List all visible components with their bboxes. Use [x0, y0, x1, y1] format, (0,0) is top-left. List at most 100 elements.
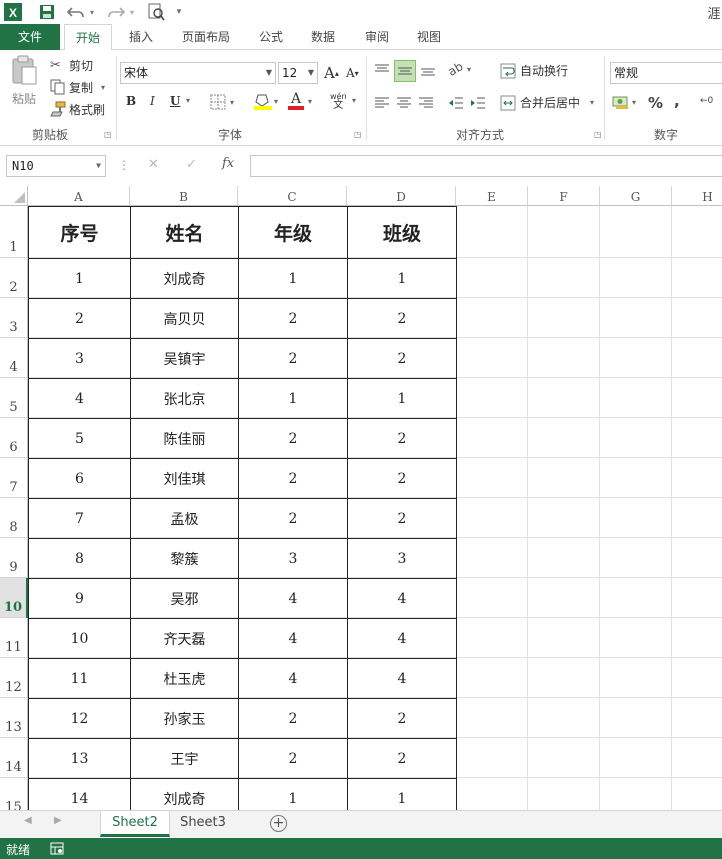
table-cell[interactable]: 7 [28, 498, 131, 539]
fill-color-button[interactable]: ▾ [254, 92, 278, 110]
table-header-cell[interactable]: 序号 [28, 206, 131, 259]
table-header-cell[interactable]: 班级 [347, 206, 457, 259]
column-header-a[interactable]: A [28, 186, 130, 206]
align-bottom-button[interactable] [418, 60, 438, 80]
tab-review[interactable]: 审阅 [354, 24, 400, 50]
table-cell[interactable]: 刘佳琪 [130, 458, 239, 499]
bold-button[interactable]: B [126, 94, 136, 108]
sheet-tab-sheet3[interactable]: Sheet3 [170, 811, 236, 837]
undo-dropdown-icon[interactable]: ▾ [88, 3, 96, 21]
copy-button[interactable]: 复制 ▾ [50, 78, 105, 96]
row-header-10[interactable]: 10 [0, 578, 28, 618]
row-header-3[interactable]: 3 [0, 298, 28, 338]
table-cell[interactable]: 吴镇宇 [130, 338, 239, 379]
table-cell[interactable]: 2 [347, 738, 457, 779]
table-cell[interactable]: 2 [238, 418, 348, 459]
comma-button[interactable]: , [674, 92, 680, 110]
row-header-11[interactable]: 11 [0, 618, 28, 658]
cut-button[interactable]: ✂ 剪切 [50, 56, 93, 74]
table-cell[interactable]: 4 [238, 578, 348, 619]
table-cell[interactable]: 4 [238, 618, 348, 659]
shrink-font-button[interactable]: A ▾ [346, 66, 359, 80]
borders-button[interactable]: ▾ [210, 94, 234, 110]
table-cell[interactable]: 高贝贝 [130, 298, 239, 339]
save-icon[interactable] [38, 3, 56, 21]
row-header-9[interactable]: 9 [0, 538, 28, 578]
sheet-tab-sheet2[interactable]: Sheet2 [100, 811, 170, 837]
table-cell[interactable]: 1 [347, 378, 457, 419]
column-header-g[interactable]: G [600, 186, 672, 206]
undo-icon[interactable] [66, 3, 86, 21]
redo-icon[interactable] [106, 3, 126, 21]
table-cell[interactable]: 2 [347, 418, 457, 459]
table-cell[interactable]: 陈佳丽 [130, 418, 239, 459]
table-cell[interactable]: 刘成奇 [130, 778, 239, 810]
align-right-button[interactable] [418, 96, 434, 110]
table-header-cell[interactable]: 年级 [238, 206, 348, 259]
table-cell[interactable]: 8 [28, 538, 131, 579]
font-launcher-icon[interactable]: ◳ [354, 130, 362, 139]
wrap-text-button[interactable]: 自动换行 [500, 62, 568, 79]
add-sheet-button[interactable]: + [270, 815, 287, 832]
table-cell[interactable]: 孙家玉 [130, 698, 239, 739]
table-cell[interactable]: 2 [238, 458, 348, 499]
italic-button[interactable]: I [150, 94, 155, 108]
cancel-icon[interactable]: ✕ [148, 157, 159, 172]
customize-qat-icon[interactable]: ▾ [174, 3, 184, 21]
select-all-corner[interactable] [0, 186, 28, 206]
formula-input[interactable] [250, 155, 722, 177]
row-header-6[interactable]: 6 [0, 418, 28, 458]
scroll-sheets-right-icon[interactable]: ▶ [54, 815, 62, 826]
table-cell[interactable]: 4 [347, 618, 457, 659]
row-header-15[interactable]: 15 [0, 778, 28, 810]
table-cell[interactable]: 2 [347, 498, 457, 539]
table-cell[interactable]: 齐天磊 [130, 618, 239, 659]
tab-home[interactable]: 开始 [64, 24, 112, 51]
name-box[interactable]: N10 ▼ [6, 155, 106, 177]
accounting-format-button[interactable]: ▾ [612, 94, 636, 110]
print-preview-icon[interactable] [146, 3, 166, 21]
insert-function-icon[interactable]: fx [222, 156, 234, 171]
table-cell[interactable]: 2 [347, 338, 457, 379]
table-cell[interactable]: 3 [28, 338, 131, 379]
table-cell[interactable]: 6 [28, 458, 131, 499]
table-cell[interactable]: 2 [347, 458, 457, 499]
table-cell[interactable]: 4 [347, 578, 457, 619]
table-cell[interactable]: 王宇 [130, 738, 239, 779]
copy-dropdown-icon[interactable]: ▾ [101, 83, 105, 92]
table-cell[interactable]: 2 [347, 298, 457, 339]
column-header-h[interactable]: H [672, 186, 722, 206]
table-cell[interactable]: 5 [28, 418, 131, 459]
redo-dropdown-icon[interactable]: ▾ [128, 3, 136, 21]
table-cell[interactable]: 4 [28, 378, 131, 419]
decrease-indent-button[interactable] [448, 96, 464, 110]
align-middle-button[interactable] [394, 60, 416, 82]
tab-page-layout[interactable]: 页面布局 [172, 24, 240, 50]
table-cell[interactable]: 1 [347, 778, 457, 810]
tab-insert[interactable]: 插入 [118, 24, 164, 50]
table-cell[interactable]: 2 [238, 698, 348, 739]
table-cell[interactable]: 杜玉虎 [130, 658, 239, 699]
increase-indent-button[interactable] [470, 96, 486, 110]
table-cell[interactable]: 2 [347, 698, 457, 739]
macro-record-icon[interactable] [50, 842, 64, 858]
row-header-13[interactable]: 13 [0, 698, 28, 738]
scroll-sheets-left-icon[interactable]: ◀ [24, 815, 32, 826]
table-cell[interactable]: 黎簇 [130, 538, 239, 579]
table-cell[interactable]: 刘成奇 [130, 258, 239, 299]
table-cell[interactable]: 2 [238, 298, 348, 339]
increase-decimal-button[interactable]: ←0 [700, 96, 713, 106]
align-left-button[interactable] [374, 96, 390, 110]
table-cell[interactable]: 3 [347, 538, 457, 579]
table-header-cell[interactable]: 姓名 [130, 206, 239, 259]
table-cell[interactable]: 2 [238, 338, 348, 379]
clipboard-launcher-icon[interactable]: ◳ [104, 130, 112, 139]
table-cell[interactable]: 12 [28, 698, 131, 739]
row-header-14[interactable]: 14 [0, 738, 28, 778]
table-cell[interactable]: 张北京 [130, 378, 239, 419]
paste-button[interactable]: 粘贴 [6, 54, 42, 114]
table-cell[interactable]: 1 [347, 258, 457, 299]
font-size-combo[interactable]: 12 ▼ [278, 62, 318, 84]
number-format-combo[interactable]: 常规 [610, 62, 722, 84]
table-cell[interactable]: 吴邪 [130, 578, 239, 619]
